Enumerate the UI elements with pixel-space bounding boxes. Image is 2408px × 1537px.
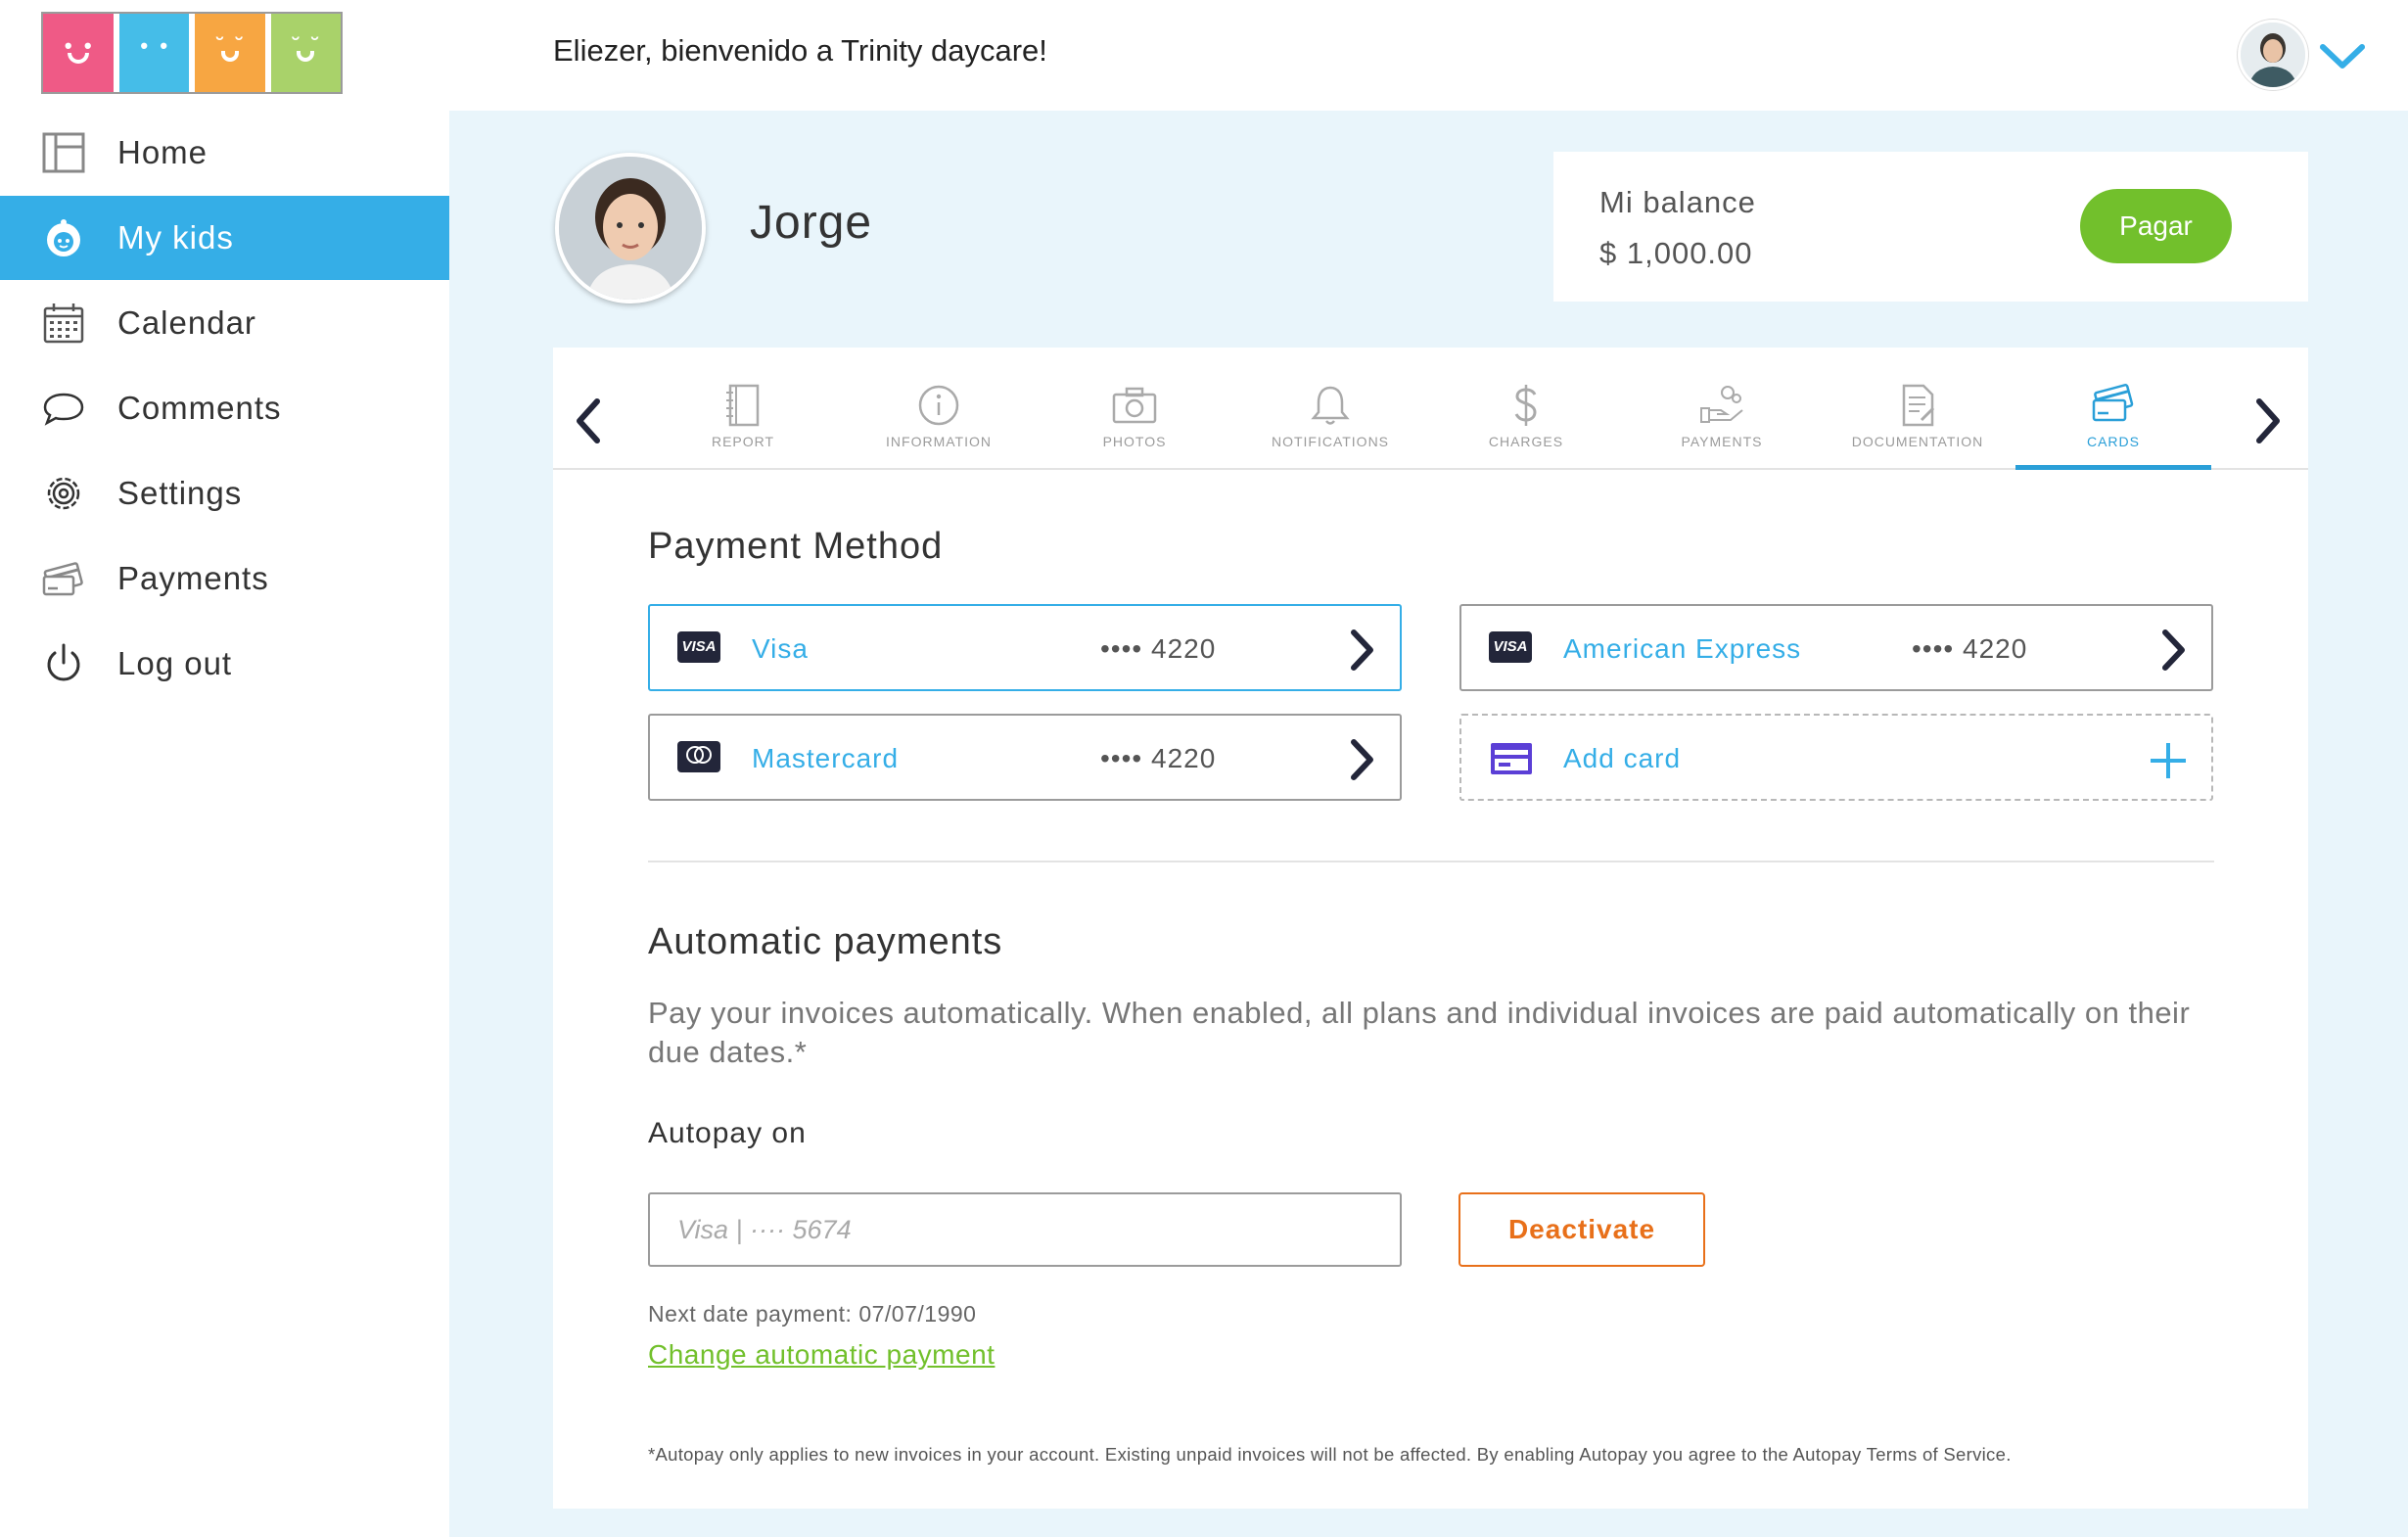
plus-icon <box>2151 743 2186 778</box>
deactivate-button[interactable]: Deactivate <box>1459 1192 1705 1267</box>
welcome-greeting: Eliezer, bienvenido a Trinity daycare! <box>553 33 1047 68</box>
tab-report[interactable]: REPORT <box>645 383 841 468</box>
card-number: •••• 4220 <box>1100 743 1217 773</box>
tab-label: REPORT <box>711 434 775 449</box>
sidebar-item-label: My kids <box>117 219 234 256</box>
balance-amount: $ 1,000.00 <box>1599 236 1753 270</box>
kid-photo-icon <box>559 157 702 300</box>
tab-charges[interactable]: CHARGES <box>1428 383 1624 468</box>
change-automatic-payment-link[interactable]: Change automatic payment <box>648 1339 995 1371</box>
tab-label: PAYMENTS <box>1681 434 1763 449</box>
tab-label: CARDS <box>2086 434 2140 449</box>
kid-name: Jorge <box>750 197 873 249</box>
sidebar-item-label: Comments <box>117 390 282 426</box>
notebook-icon <box>726 384 760 427</box>
card-name: Visa <box>752 633 809 664</box>
info-icon <box>918 385 959 426</box>
app-logo[interactable]: • • • • ˘ ˘ ˘ ˘ <box>41 12 343 94</box>
logo-face-orange: ˘ ˘ <box>189 14 265 92</box>
logo-face-blue: • • <box>113 14 189 92</box>
chevron-right-icon <box>2162 629 2185 671</box>
bell-icon <box>1311 386 1350 425</box>
tab-bar: REPORT INFORMATION PHOTOS NOTIFICATIONS … <box>553 348 2308 470</box>
logo-face-green: ˘ ˘ <box>264 14 341 92</box>
chevron-right-icon <box>1351 629 1373 671</box>
speech-bubble-icon <box>43 393 84 426</box>
next-payment-date: Next date payment: 07/07/1990 <box>648 1301 977 1327</box>
credit-cards-icon <box>2092 384 2134 422</box>
automatic-payments-description: Pay your invoices automatically. When en… <box>648 996 2191 1069</box>
credit-card-icon <box>1491 743 1532 774</box>
gear-icon <box>47 477 80 510</box>
layout-icon <box>42 132 85 173</box>
visa-logo-icon: VISA <box>1489 631 1532 663</box>
power-icon <box>47 643 80 681</box>
logo-face-pink: • • <box>43 14 114 92</box>
sidebar-item-label: Home <box>117 134 208 170</box>
sidebar-item-home[interactable]: Home <box>0 111 449 195</box>
add-card-button[interactable]: Add card <box>1459 714 2213 801</box>
balance-title: Mi balance <box>1599 185 1756 219</box>
automatic-payments-title: Automatic payments <box>648 921 1003 962</box>
tab-information[interactable]: INFORMATION <box>841 383 1037 468</box>
chevron-right-icon <box>1351 739 1373 780</box>
sidebar-item-settings[interactable]: Settings <box>0 451 449 536</box>
calendar-icon <box>43 303 84 344</box>
sidebar-item-label: Payments <box>117 560 269 596</box>
card-name: Mastercard <box>752 743 900 773</box>
card-name: American Express <box>1563 633 1802 664</box>
user-avatar-icon <box>2241 23 2305 87</box>
mastercard-logo-icon <box>677 741 720 772</box>
balance-card: Mi balance $ 1,000.00 Pagar <box>1553 152 2308 302</box>
payment-method-title: Payment Method <box>648 526 944 567</box>
kid-avatar <box>555 153 706 303</box>
sidebar-item-label: Log out <box>117 645 233 681</box>
tabs-next-arrow-icon[interactable] <box>2252 396 2284 445</box>
kid-details-panel: REPORT INFORMATION PHOTOS NOTIFICATIONS … <box>553 348 2308 1509</box>
tab-cards[interactable]: CARDS <box>2015 383 2211 470</box>
card-number: •••• 4220 <box>1100 633 1217 664</box>
card-american-express[interactable]: VISA American Express •••• 4220 <box>1459 604 2213 691</box>
card-mastercard[interactable]: Mastercard •••• 4220 <box>648 714 1402 801</box>
sidebar-item-label: Settings <box>117 475 243 511</box>
camera-icon <box>1112 387 1157 424</box>
sidebar-item-label: Calendar <box>117 304 256 341</box>
sidebar-item-calendar[interactable]: Calendar <box>0 281 449 365</box>
sidebar-item-comments[interactable]: Comments <box>0 366 449 450</box>
hand-coins-icon <box>1700 386 1743 423</box>
dollar-icon <box>1514 385 1537 426</box>
sidebar-item-payments[interactable]: Payments <box>0 536 449 621</box>
tab-payments[interactable]: PAYMENTS <box>1624 383 1820 468</box>
section-divider <box>648 861 2214 862</box>
pay-button[interactable]: Pagar <box>2080 189 2232 263</box>
tab-label: PHOTOS <box>1102 434 1167 449</box>
tabs-prev-arrow-icon[interactable] <box>573 396 604 445</box>
sidebar-item-my-kids[interactable]: My kids <box>0 196 449 280</box>
sidebar-item-logout[interactable]: Log out <box>0 622 449 706</box>
baby-icon <box>47 219 80 256</box>
tab-documentation[interactable]: DOCUMENTATION <box>1820 383 2015 468</box>
tab-label: CHARGES <box>1488 434 1564 449</box>
cards-icon <box>42 562 83 596</box>
user-avatar[interactable] <box>2238 20 2308 90</box>
tab-notifications[interactable]: NOTIFICATIONS <box>1232 383 1428 468</box>
tab-label: DOCUMENTATION <box>1851 434 1984 449</box>
autopay-card-input[interactable]: Visa | ···· 5674 <box>648 1192 1402 1267</box>
sidebar-nav: Home My kids Calendar Comments Settings … <box>0 111 449 707</box>
visa-logo-icon: VISA <box>677 631 720 663</box>
tab-label: INFORMATION <box>886 434 992 449</box>
autopay-label: Autopay on <box>648 1117 807 1149</box>
card-visa[interactable]: VISA Visa •••• 4220 <box>648 604 1402 691</box>
card-number: •••• 4220 <box>1912 633 2028 664</box>
document-icon <box>1902 384 1935 427</box>
autopay-footnote: *Autopay only applies to new invoices in… <box>648 1444 2012 1465</box>
tab-label: NOTIFICATIONS <box>1271 434 1390 449</box>
tab-photos[interactable]: PHOTOS <box>1037 383 1232 468</box>
add-card-label: Add card <box>1563 743 1682 773</box>
account-menu-chevron-icon[interactable] <box>2318 39 2367 72</box>
